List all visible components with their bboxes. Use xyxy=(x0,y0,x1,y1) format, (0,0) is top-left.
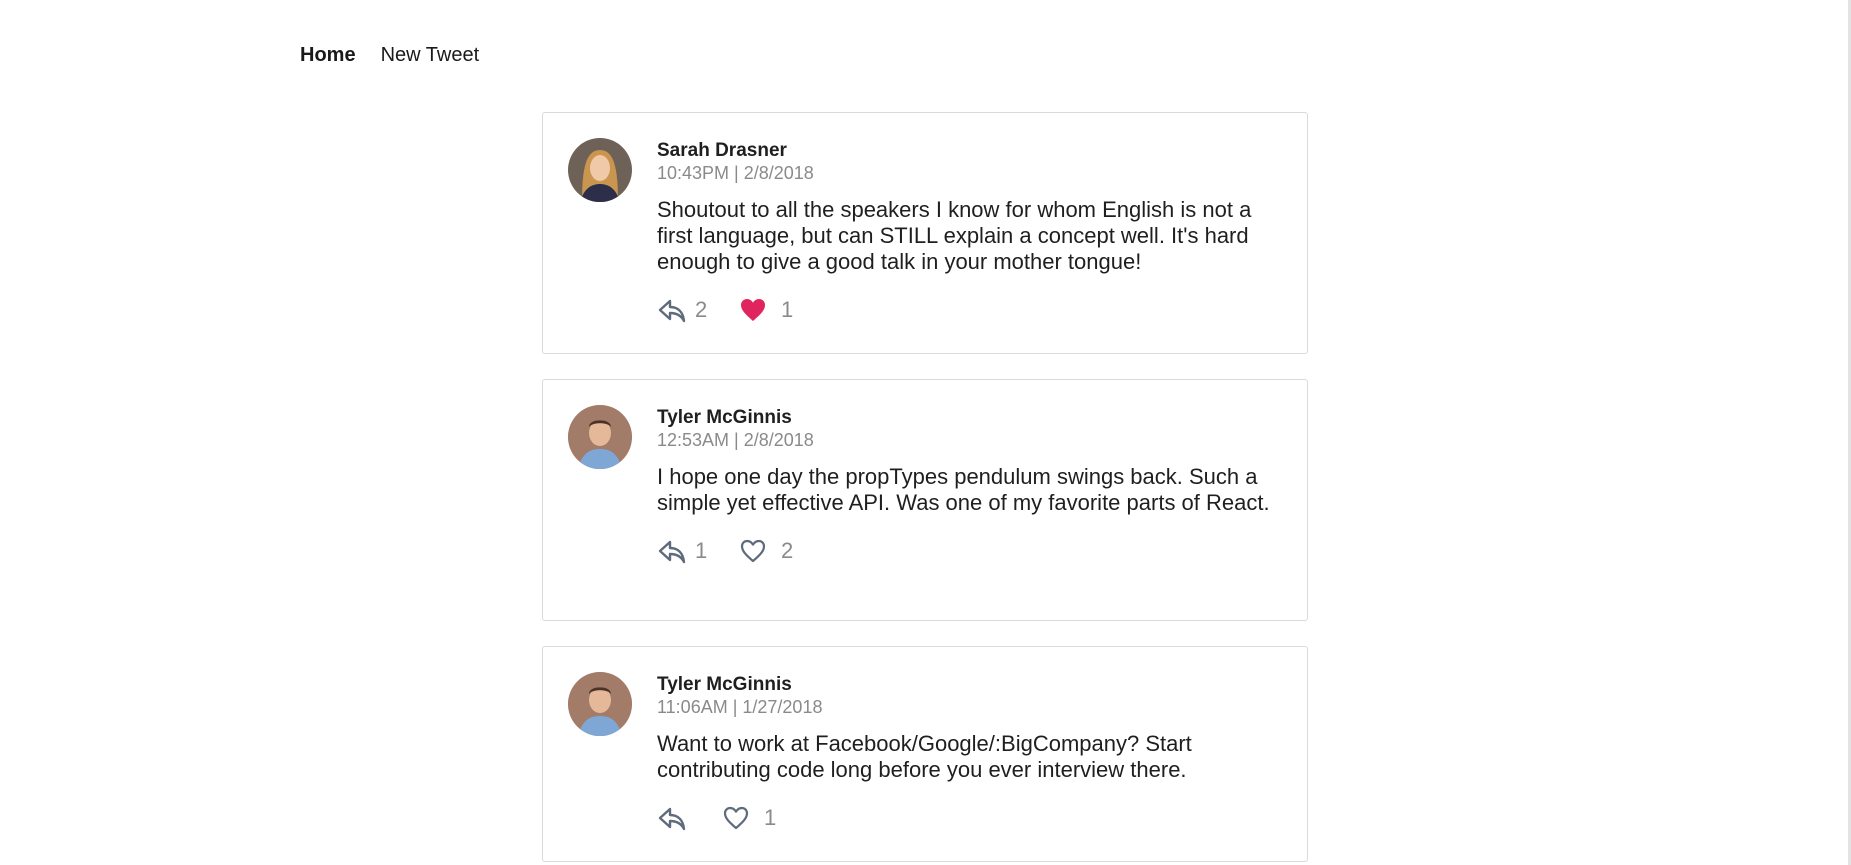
like-button[interactable]: 1 xyxy=(722,805,778,831)
reply-button[interactable] xyxy=(657,804,722,832)
tweet-text: I hope one day the propTypes pendulum sw… xyxy=(657,464,1270,515)
like-count: 2 xyxy=(781,538,794,563)
tweet-actions: 1 2 xyxy=(657,536,1277,566)
tweet-timestamp: 12:53AM | 2/8/2018 xyxy=(657,430,814,450)
nav-new-tweet-link[interactable]: New Tweet xyxy=(381,44,480,67)
tweet-feed: Sarah Drasner 10:43PM | 2/8/2018 Shoutou… xyxy=(542,112,1308,862)
tweet-author: Tyler McGinnis xyxy=(657,407,792,428)
heart-filled-icon xyxy=(739,297,767,323)
tweet-timestamp: 11:06AM | 1/27/2018 xyxy=(657,697,823,717)
reply-icon xyxy=(657,804,687,832)
nav-home-link[interactable]: Home xyxy=(300,44,356,67)
avatar xyxy=(568,672,632,736)
like-button[interactable]: 2 xyxy=(739,538,795,564)
tweet-timestamp: 10:43PM | 2/8/2018 xyxy=(657,163,814,183)
tweet-card[interactable]: Tyler McGinnis 11:06AM | 1/27/2018 Want … xyxy=(542,646,1308,862)
tweet-actions: 1 xyxy=(657,803,1277,833)
tweet-actions: 2 1 xyxy=(657,295,1277,325)
reply-count: 1 xyxy=(695,538,708,563)
top-nav: Home New Tweet xyxy=(300,44,479,67)
avatar xyxy=(568,138,632,202)
heart-outline-icon xyxy=(722,805,750,831)
avatar xyxy=(568,405,632,469)
tweet-author: Tyler McGinnis xyxy=(657,674,792,695)
tweet-text: Want to work at Facebook/Google/:BigComp… xyxy=(657,731,1192,782)
like-button[interactable]: 1 xyxy=(739,297,795,323)
heart-outline-icon xyxy=(739,538,767,564)
reply-count: 2 xyxy=(695,297,708,322)
reply-button[interactable]: 1 xyxy=(657,537,739,565)
like-count: 1 xyxy=(764,805,777,830)
tweet-card[interactable]: Tyler McGinnis 12:53AM | 2/8/2018 I hope… xyxy=(542,379,1308,621)
reply-icon xyxy=(657,537,687,565)
like-count: 1 xyxy=(781,297,794,322)
reply-button[interactable]: 2 xyxy=(657,296,739,324)
reply-icon xyxy=(657,296,687,324)
tweet-card[interactable]: Sarah Drasner 10:43PM | 2/8/2018 Shoutou… xyxy=(542,112,1308,354)
tweet-author: Sarah Drasner xyxy=(657,140,787,161)
tweet-text: Shoutout to all the speakers I know for … xyxy=(657,197,1252,274)
